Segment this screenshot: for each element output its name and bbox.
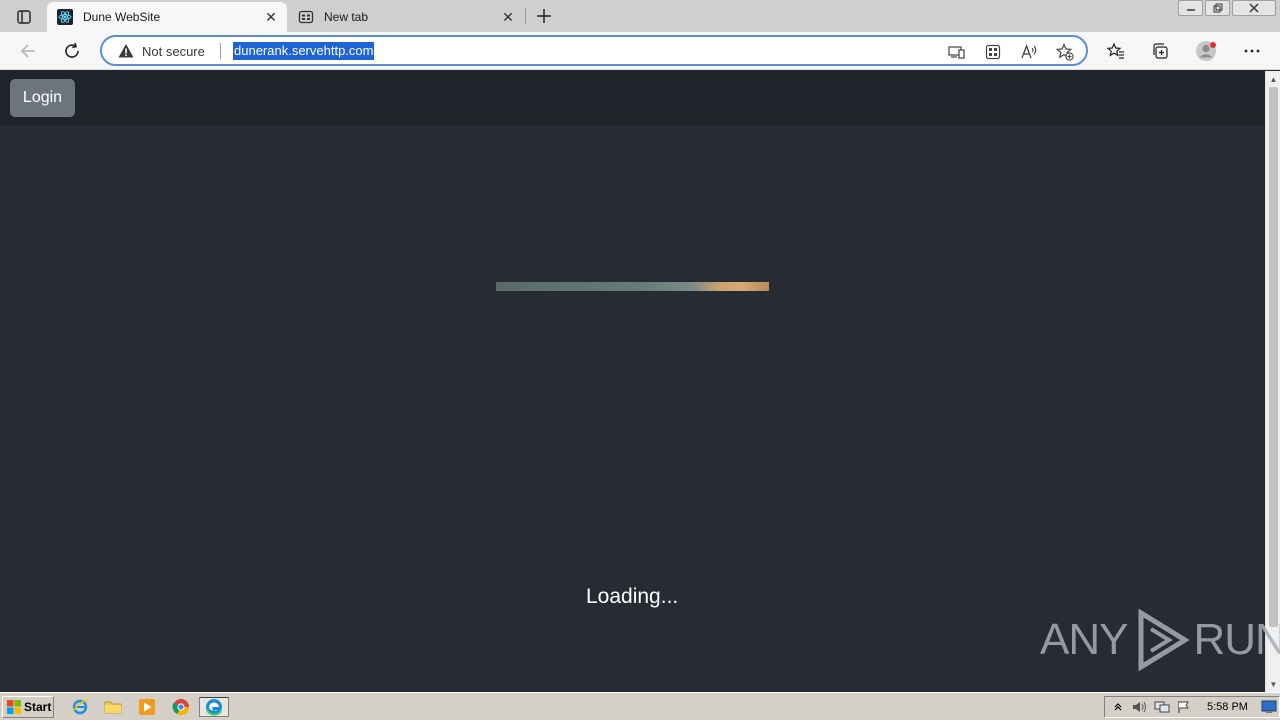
start-label: Start (24, 700, 52, 714)
react-favicon-icon (57, 9, 73, 25)
play-logo-icon (1138, 609, 1191, 671)
loading-banner-image (496, 282, 769, 291)
favorites-icon (1107, 42, 1124, 59)
page-header: Login (0, 71, 1265, 125)
edge-icon[interactable] (199, 697, 229, 717)
address-bar[interactable]: Not secure dunerank.servehttp.com (100, 35, 1088, 66)
scroll-down-arrow-icon[interactable]: ▼ (1269, 679, 1278, 689)
show-hidden-icons-icon[interactable] (1109, 699, 1127, 715)
tab-new-tab[interactable]: New tab ✕ (288, 2, 524, 32)
anyrun-watermark: ANY RUN (1040, 606, 1280, 674)
extensions-grid-icon[interactable] (983, 42, 1003, 62)
tab-actions-icon (17, 10, 31, 24)
windows-flag-icon (7, 700, 21, 714)
clock[interactable]: 5:58 PM (1207, 701, 1248, 713)
close-icon (1249, 3, 1259, 13)
close-window-button[interactable] (1232, 0, 1276, 16)
chrome-icon[interactable] (170, 697, 192, 717)
page-scrollbar[interactable]: ▲ ▼ (1265, 71, 1280, 692)
refresh-icon (65, 42, 79, 58)
settings-more-button[interactable] (1241, 40, 1263, 62)
tab-title: Dune WebSite (83, 10, 161, 24)
login-button[interactable]: Login (10, 79, 75, 117)
tab-strip: Dune WebSite ✕ New tab ✕ (0, 0, 1280, 32)
folder-icon[interactable] (102, 697, 124, 717)
screen: Dune WebSite ✕ New tab ✕ Not secure dune… (0, 0, 1280, 720)
window-controls (1178, 0, 1280, 18)
network-icon[interactable] (1153, 699, 1171, 715)
url-text[interactable]: dunerank.servehttp.com (233, 42, 375, 60)
avatar-icon (1196, 41, 1216, 61)
internet-explorer-icon[interactable] (69, 697, 91, 717)
profile-button[interactable] (1195, 40, 1217, 62)
watermark-text-left: ANY (1040, 615, 1128, 664)
tab-separator (525, 8, 526, 24)
address-separator (220, 43, 221, 59)
read-aloud-icon[interactable] (1019, 42, 1039, 62)
plus-icon (537, 9, 551, 23)
system-tray: 5:58 PM (1104, 696, 1280, 718)
favorites-button[interactable] (1105, 40, 1127, 62)
minimize-icon (1186, 9, 1195, 11)
action-center-flag-icon[interactable] (1175, 699, 1193, 715)
web-page: Login Loading... (0, 71, 1265, 692)
show-desktop-icon[interactable] (1260, 699, 1278, 715)
tab-title: New tab (324, 10, 369, 24)
taskbar: Start 5:58 PM (0, 692, 1280, 720)
close-tab-icon[interactable]: ✕ (498, 7, 518, 27)
refresh-button[interactable] (61, 40, 83, 62)
collections-button[interactable] (1149, 40, 1171, 62)
security-status[interactable]: Not secure (142, 44, 205, 59)
restore-button[interactable] (1205, 0, 1230, 16)
back-button[interactable] (17, 40, 39, 62)
browser-toolbar: Not secure dunerank.servehttp.com (0, 32, 1280, 70)
newtab-page-icon (298, 9, 314, 25)
start-button[interactable]: Start (2, 696, 54, 718)
new-tab-button[interactable] (533, 5, 555, 27)
media-player-icon[interactable] (136, 697, 158, 717)
more-dots-icon (1244, 49, 1260, 53)
minimize-button[interactable] (1178, 0, 1203, 16)
scroll-up-arrow-icon[interactable]: ▲ (1269, 74, 1278, 84)
volume-icon[interactable] (1131, 699, 1149, 715)
watermark-text-right: RUN (1193, 615, 1280, 664)
collections-icon (1153, 43, 1168, 59)
tab-actions-button[interactable] (8, 6, 40, 28)
loading-text: Loading... (586, 585, 679, 608)
warning-icon[interactable] (118, 43, 134, 59)
close-tab-icon[interactable]: ✕ (261, 7, 281, 27)
scrollbar-thumb[interactable] (1269, 87, 1278, 627)
tab-dune-website[interactable]: Dune WebSite ✕ (47, 2, 287, 32)
app-available-icon[interactable] (947, 42, 967, 62)
restore-icon (1213, 3, 1222, 13)
back-arrow-icon (20, 44, 35, 58)
add-favorite-icon[interactable] (1055, 42, 1075, 62)
